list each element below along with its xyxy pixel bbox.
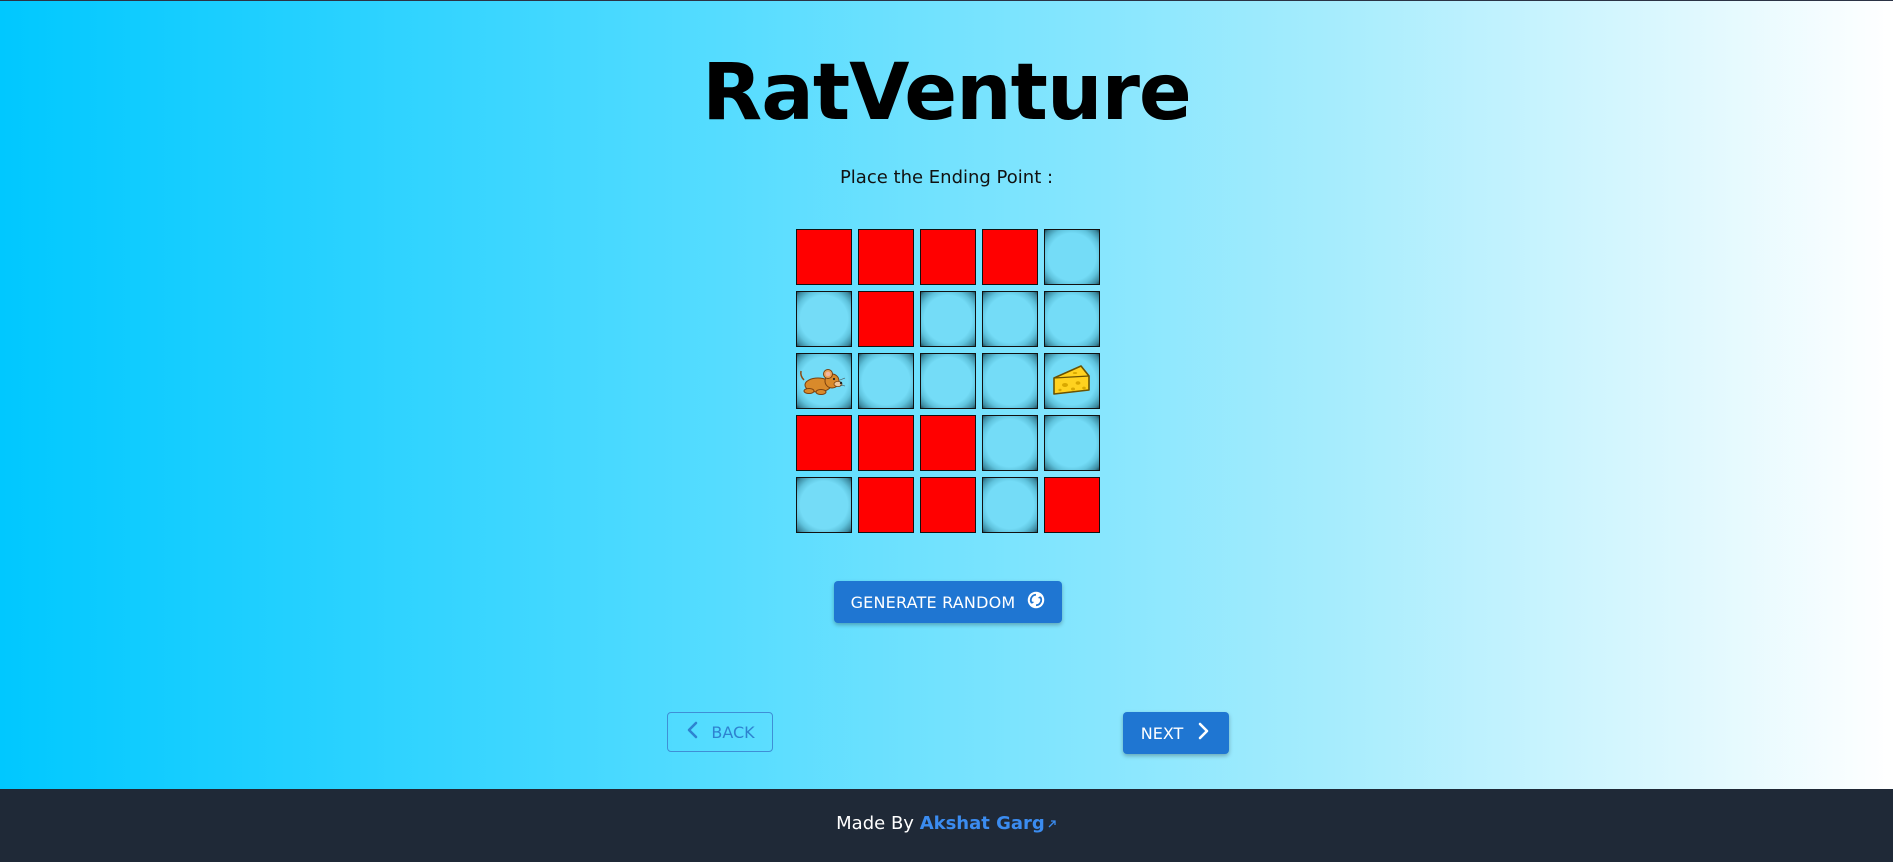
external-link-icon xyxy=(1047,811,1057,837)
grid-cell-0-2[interactable] xyxy=(920,229,976,285)
back-label: BACK xyxy=(711,722,755,742)
grid-cell-4-3[interactable] xyxy=(982,477,1038,533)
grid-cell-4-2[interactable] xyxy=(920,477,976,533)
grid-cell-3-0[interactable] xyxy=(796,415,852,471)
app-root: RatVenture Place the Ending Point : GENE… xyxy=(0,0,1893,862)
grid-cell-0-4[interactable] xyxy=(1044,229,1100,285)
instruction-text: Place the Ending Point : xyxy=(839,167,1054,188)
footer: Made By Akshat Garg xyxy=(0,789,1893,862)
next-button[interactable]: NEXT xyxy=(1123,712,1229,754)
grid-cell-1-0[interactable] xyxy=(796,291,852,347)
generate-random-button[interactable]: GENERATE RANDOM xyxy=(834,581,1062,623)
chevron-right-icon xyxy=(1195,722,1211,744)
grid-cell-1-2[interactable] xyxy=(920,291,976,347)
next-label: NEXT xyxy=(1140,723,1184,743)
grid-cell-1-3[interactable] xyxy=(982,291,1038,347)
grid-cell-3-1[interactable] xyxy=(858,415,914,471)
grid-cell-3-2[interactable] xyxy=(920,415,976,471)
grid-cell-0-0[interactable] xyxy=(796,229,852,285)
footer-credit: Made By Akshat Garg xyxy=(0,811,1893,837)
grid-cell-0-1[interactable] xyxy=(858,229,914,285)
generate-random-label: GENERATE RANDOM xyxy=(850,592,1016,612)
grid-cell-2-0[interactable] xyxy=(796,353,852,409)
grid-cell-4-1[interactable] xyxy=(858,477,914,533)
grid-cell-4-0[interactable] xyxy=(796,477,852,533)
maze-grid xyxy=(796,229,1100,533)
grid-cell-1-1[interactable] xyxy=(858,291,914,347)
grid-cell-2-4[interactable] xyxy=(1044,353,1100,409)
author-link[interactable]: Akshat Garg xyxy=(920,813,1057,834)
main-area: RatVenture Place the Ending Point : GENE… xyxy=(0,1,1893,789)
grid-cell-0-3[interactable] xyxy=(982,229,1038,285)
grid-cell-2-2[interactable] xyxy=(920,353,976,409)
grid-cell-4-4[interactable] xyxy=(1044,477,1100,533)
grid-cell-3-3[interactable] xyxy=(982,415,1038,471)
refresh-icon xyxy=(1027,591,1045,613)
grid-cell-3-4[interactable] xyxy=(1044,415,1100,471)
author-name: Akshat Garg xyxy=(919,813,1045,834)
grid-cell-2-1[interactable] xyxy=(858,353,914,409)
footer-prefix: Made By xyxy=(836,813,914,834)
back-button[interactable]: BACK xyxy=(667,712,773,752)
grid-cell-1-4[interactable] xyxy=(1044,291,1100,347)
page-title: RatVenture xyxy=(702,48,1192,138)
chevron-left-icon xyxy=(685,721,701,743)
grid-cell-2-3[interactable] xyxy=(982,353,1038,409)
